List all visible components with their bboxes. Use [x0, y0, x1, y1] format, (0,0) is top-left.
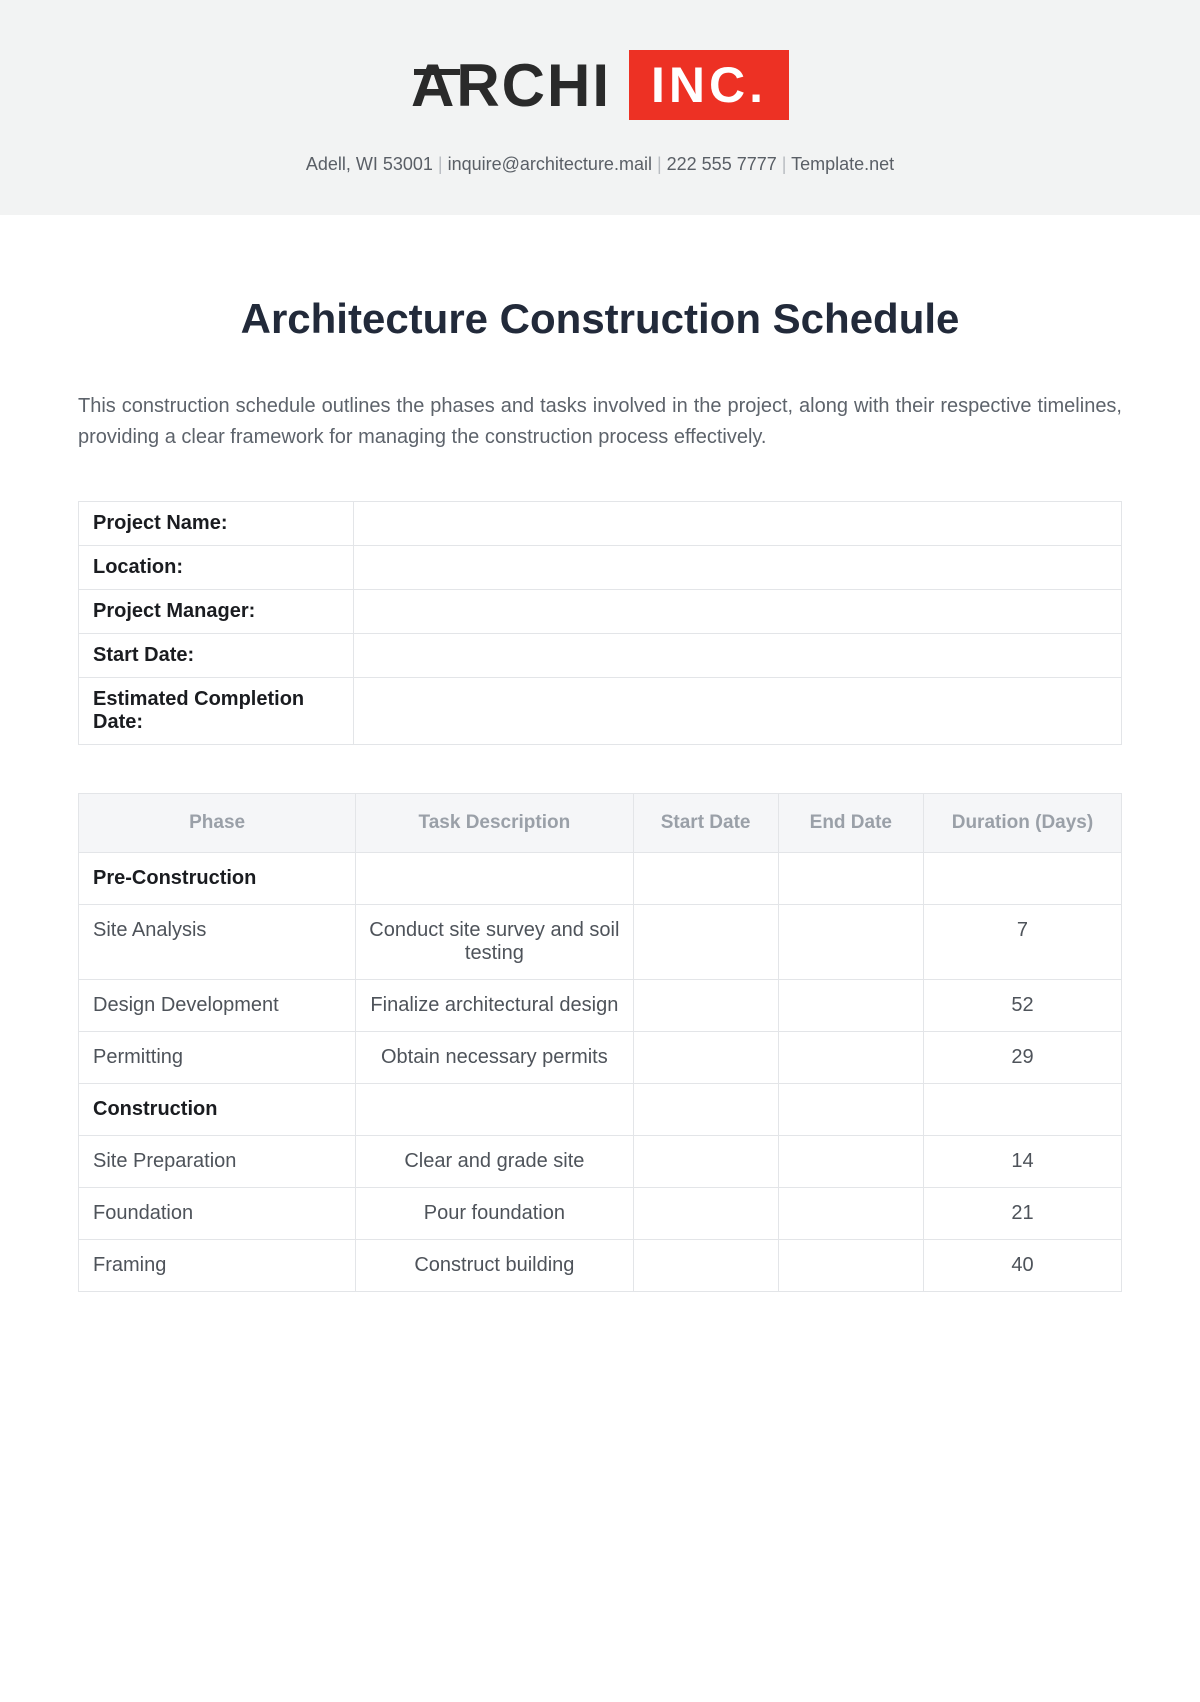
schedule-cell	[633, 1084, 778, 1136]
logo-text-part1: ARCHI	[411, 51, 611, 120]
info-row: Project Manager:	[79, 590, 1122, 634]
schedule-cell: Design Development	[79, 980, 356, 1032]
schedule-cell: 21	[923, 1188, 1121, 1240]
schedule-cell[interactable]	[633, 905, 778, 980]
schedule-cell	[633, 853, 778, 905]
schedule-cell	[778, 853, 923, 905]
project-info-table: Project Name:Location:Project Manager:St…	[78, 501, 1122, 745]
schedule-cell: Obtain necessary permits	[356, 1032, 633, 1084]
schedule-header: Task Description	[356, 794, 633, 853]
schedule-cell[interactable]	[778, 1188, 923, 1240]
contact-email: inquire@architecture.mail	[433, 154, 652, 174]
schedule-phase-row: Pre-Construction	[79, 853, 1122, 905]
info-label: Project Name:	[79, 502, 354, 546]
info-label: Start Date:	[79, 634, 354, 678]
schedule-cell: 14	[923, 1136, 1121, 1188]
schedule-cell	[778, 1084, 923, 1136]
schedule-task-row: FoundationPour foundation 21	[79, 1188, 1122, 1240]
schedule-cell: Conduct site survey and soil testing	[356, 905, 633, 980]
document-header: ARCHI INC. Adell, WI 53001inquire@archit…	[0, 0, 1200, 215]
schedule-cell: 29	[923, 1032, 1121, 1084]
contact-site: Template.net	[777, 154, 894, 174]
info-value[interactable]	[354, 634, 1122, 678]
schedule-cell: Site Analysis	[79, 905, 356, 980]
info-label: Location:	[79, 546, 354, 590]
info-row: Start Date:	[79, 634, 1122, 678]
info-value[interactable]	[354, 678, 1122, 745]
info-label: Estimated Completion Date:	[79, 678, 354, 745]
schedule-cell: 40	[923, 1240, 1121, 1292]
schedule-cell: Pre-Construction	[79, 853, 356, 905]
info-row: Estimated Completion Date:	[79, 678, 1122, 745]
info-value[interactable]	[354, 590, 1122, 634]
schedule-cell: 52	[923, 980, 1121, 1032]
schedule-cell: Construction	[79, 1084, 356, 1136]
schedule-cell[interactable]	[633, 1136, 778, 1188]
schedule-cell[interactable]	[778, 1136, 923, 1188]
info-row: Location:	[79, 546, 1122, 590]
schedule-cell[interactable]	[778, 1240, 923, 1292]
schedule-cell: Framing	[79, 1240, 356, 1292]
schedule-cell: Foundation	[79, 1188, 356, 1240]
schedule-task-row: Site AnalysisConduct site survey and soi…	[79, 905, 1122, 980]
schedule-cell: Site Preparation	[79, 1136, 356, 1188]
intro-paragraph: This construction schedule outlines the …	[78, 391, 1122, 453]
logo: ARCHI INC.	[411, 50, 789, 120]
schedule-cell: Finalize architectural design	[356, 980, 633, 1032]
schedule-cell[interactable]	[633, 1188, 778, 1240]
page-title: Architecture Construction Schedule	[78, 295, 1122, 343]
schedule-cell[interactable]	[778, 905, 923, 980]
info-value[interactable]	[354, 546, 1122, 590]
schedule-cell	[923, 1084, 1121, 1136]
schedule-cell: Permitting	[79, 1032, 356, 1084]
contact-address: Adell, WI 53001	[306, 154, 433, 174]
contact-line: Adell, WI 53001inquire@architecture.mail…	[0, 154, 1200, 175]
schedule-cell[interactable]	[633, 1032, 778, 1084]
schedule-cell: Pour foundation	[356, 1188, 633, 1240]
schedule-cell	[356, 853, 633, 905]
logo-text-part2: INC.	[629, 50, 789, 120]
schedule-task-row: Design DevelopmentFinalize architectural…	[79, 980, 1122, 1032]
info-row: Project Name:	[79, 502, 1122, 546]
schedule-task-row: PermittingObtain necessary permits 29	[79, 1032, 1122, 1084]
contact-phone: 222 555 7777	[652, 154, 777, 174]
schedule-header: Duration (Days)	[923, 794, 1121, 853]
schedule-cell[interactable]	[633, 1240, 778, 1292]
schedule-phase-row: Construction	[79, 1084, 1122, 1136]
schedule-task-row: FramingConstruct building 40	[79, 1240, 1122, 1292]
schedule-header: Start Date	[633, 794, 778, 853]
schedule-task-row: Site PreparationClear and grade site 14	[79, 1136, 1122, 1188]
schedule-table: PhaseTask DescriptionStart DateEnd DateD…	[78, 793, 1122, 1292]
schedule-cell	[923, 853, 1121, 905]
info-label: Project Manager:	[79, 590, 354, 634]
document-body: Architecture Construction Schedule This …	[0, 215, 1200, 1292]
schedule-cell	[356, 1084, 633, 1136]
schedule-cell[interactable]	[633, 980, 778, 1032]
schedule-cell[interactable]	[778, 980, 923, 1032]
schedule-header: End Date	[778, 794, 923, 853]
schedule-cell: Construct building	[356, 1240, 633, 1292]
schedule-cell: Clear and grade site	[356, 1136, 633, 1188]
schedule-cell: 7	[923, 905, 1121, 980]
info-value[interactable]	[354, 502, 1122, 546]
schedule-header: Phase	[79, 794, 356, 853]
schedule-cell[interactable]	[778, 1032, 923, 1084]
